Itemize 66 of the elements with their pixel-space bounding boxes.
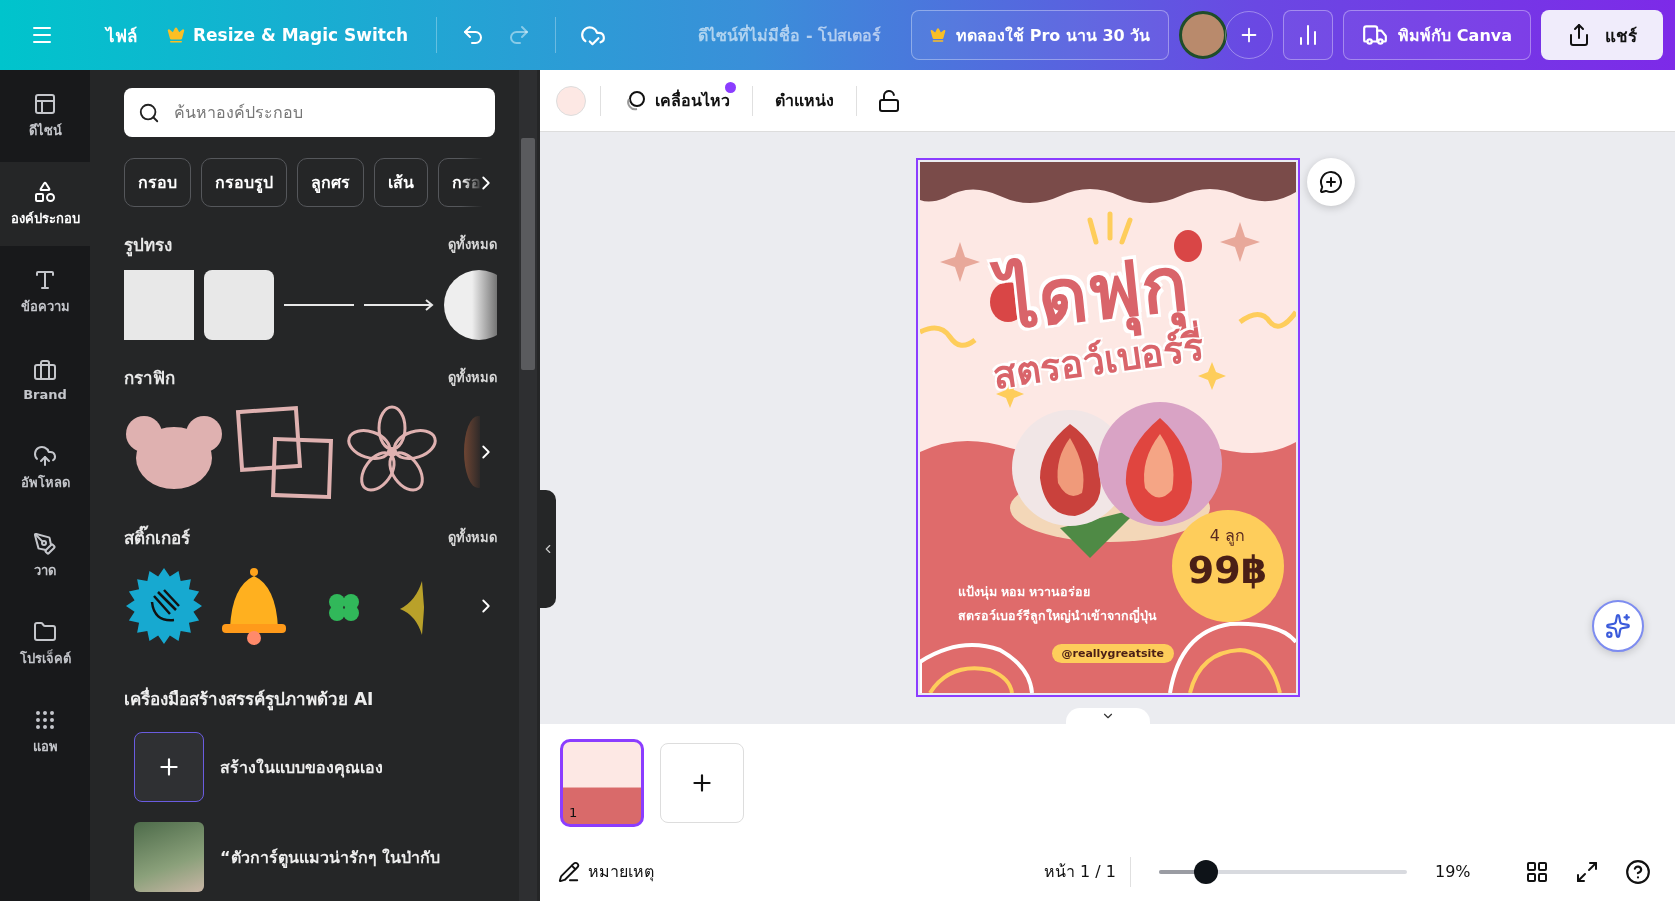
pen-icon	[33, 531, 57, 556]
page-thumbnail[interactable]: 1	[560, 739, 644, 827]
magic-button[interactable]	[1592, 600, 1644, 652]
sidebar-item[interactable]: องค์ประกอบ	[0, 162, 90, 246]
share-button[interactable]: แชร์	[1541, 10, 1663, 60]
animate-button[interactable]: เคลื่อนไหว	[615, 82, 738, 119]
photo-placeholder[interactable]	[134, 822, 204, 892]
collapse-panel-button[interactable]	[540, 490, 556, 608]
add-comment-button[interactable]	[1307, 158, 1355, 206]
create-tile[interactable]	[134, 732, 204, 802]
price-text: 99฿	[1187, 547, 1268, 592]
filter-chip[interactable]: เส้น	[374, 158, 428, 207]
section-title: สติ๊กเกอร์	[124, 524, 190, 551]
trial-button[interactable]: ทดลองใช้ Pro นาน 30 วัน	[911, 10, 1170, 60]
page-number: 1	[569, 805, 578, 820]
bear-head-graphic[interactable]	[124, 413, 224, 490]
avatar[interactable]	[1179, 11, 1228, 59]
see-all-link[interactable]: ดูทั้งหมด	[448, 367, 497, 388]
color-swatch[interactable]	[556, 85, 586, 116]
scrollbar-thumb[interactable]	[521, 138, 535, 370]
position-button[interactable]: ตำแหน่ง	[767, 82, 842, 119]
section-title: เครื่องมือสร้างสรรค์รูปภาพด้วย AI	[124, 686, 375, 712]
crown-icon	[930, 27, 947, 43]
crown-icon	[167, 26, 185, 44]
poster-description: แป้งนุ่ม หอม หวานอร่อย	[957, 583, 1092, 602]
layout-icon	[33, 91, 57, 116]
sparkles-icon	[1605, 613, 1631, 639]
sidebar-item[interactable]: โปรเจ็คต์	[0, 602, 90, 686]
cloud-upload-icon	[33, 443, 57, 468]
sidebar-item[interactable]: วาด	[0, 514, 90, 598]
page-indicator[interactable]: หน้า 1 / 1	[1044, 859, 1116, 884]
sidebar-item[interactable]: ดีไซน์	[0, 74, 90, 158]
filter-chip[interactable]: ลูกศร	[297, 158, 364, 207]
see-all-link[interactable]: ดูทั้งหมด	[448, 234, 497, 255]
share-icon	[1567, 23, 1591, 47]
see-all-link[interactable]: ดูทั้งหมด	[448, 527, 497, 548]
sidebar-item[interactable]: แอพ	[0, 690, 90, 774]
quantity-text: 4 ลูก	[1209, 524, 1246, 548]
folder-icon	[33, 619, 57, 644]
slider-thumb[interactable]	[1194, 859, 1219, 884]
ai-prompt-text[interactable]: สร้างในแบบของคุณเอง	[220, 754, 383, 780]
notes-icon	[558, 860, 580, 883]
arrow-shape[interactable]	[364, 299, 434, 311]
website-tag: @reallygreatsite	[1051, 644, 1174, 663]
sidebar-item[interactable]: Brand	[0, 338, 90, 422]
line-shape[interactable]	[284, 303, 354, 307]
section-title: รูปทรง	[124, 234, 172, 258]
sidebar-item[interactable]: ข้อความ	[0, 250, 90, 334]
ai-prompt-text[interactable]: “ตัวการ์ตูนแมวน่ารักๆ ในป่ากับ	[220, 844, 441, 870]
notes-button[interactable]: หมายเหตุ	[558, 859, 654, 884]
zoom-reading: 19%	[1435, 862, 1472, 881]
insights-button[interactable]	[1283, 10, 1334, 60]
briefcase-icon	[33, 358, 57, 383]
print-button[interactable]: พิมพ์กับ Canva	[1343, 10, 1531, 60]
add-comment-icon	[1319, 170, 1343, 194]
shapes-icon	[33, 179, 57, 204]
sidebar-item[interactable]: อัพโหลด	[0, 426, 90, 510]
poster-description: สตรอว์เบอร์รีลูกใหญ่นำเข้าจากญี่ปุ่น	[957, 606, 1157, 626]
search-field[interactable]: ค้นหาองค์ประกอบ	[124, 88, 495, 137]
search-icon	[138, 101, 160, 124]
squares-outline-graphic[interactable]	[234, 403, 334, 500]
truck-icon	[1362, 22, 1389, 48]
filter-chip[interactable]: กรอบรูป	[201, 158, 287, 207]
search-input[interactable]: ค้นหาองค์ประกอบ	[172, 102, 481, 123]
section-title: กราฟิก	[124, 367, 175, 390]
filter-chip[interactable]: กรอบ	[124, 158, 191, 207]
